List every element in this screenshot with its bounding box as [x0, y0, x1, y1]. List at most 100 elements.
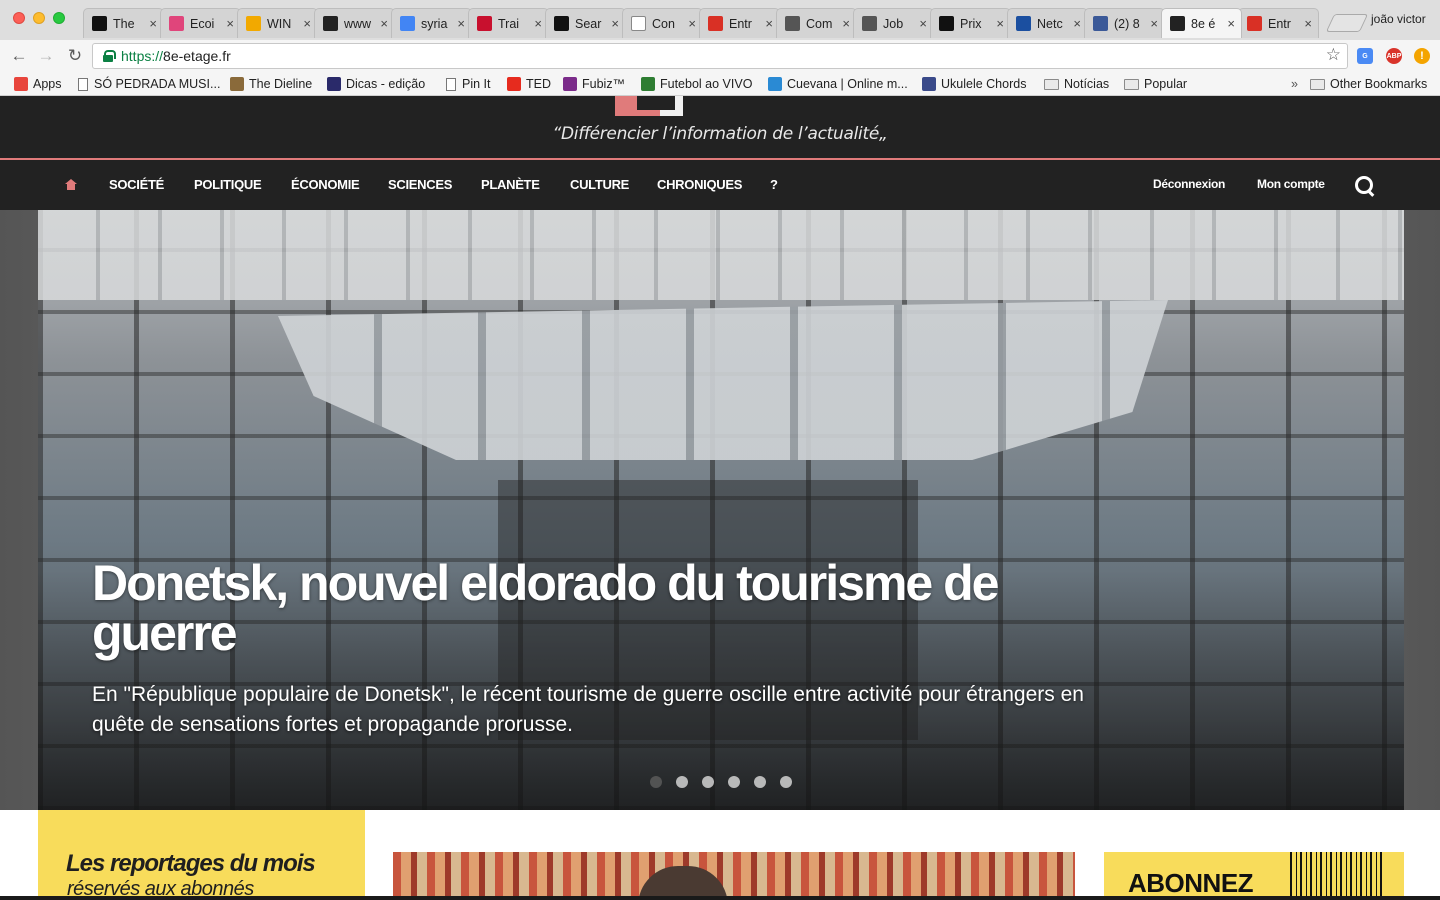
bookmark-label: TED: [526, 77, 551, 91]
slider-dot[interactable]: [650, 776, 662, 788]
nav-economie[interactable]: ÉCONOMIE: [291, 177, 360, 192]
my-account-link[interactable]: Mon compte: [1257, 177, 1325, 191]
nav-question[interactable]: ?: [770, 177, 778, 192]
browser-tab[interactable]: www ×: [314, 8, 395, 38]
browser-tab[interactable]: WIN ×: [237, 8, 318, 38]
slider-dot[interactable]: [728, 776, 740, 788]
nav-politique[interactable]: POLITIQUE: [194, 177, 262, 192]
close-tab-icon[interactable]: ×: [149, 16, 157, 31]
page-icon: [78, 77, 88, 91]
google-icon: [400, 16, 415, 31]
nav-sciences[interactable]: SCIENCES: [388, 177, 452, 192]
home-icon[interactable]: [65, 179, 77, 190]
close-tab-icon[interactable]: ×: [1304, 16, 1312, 31]
nav-societe[interactable]: SOCIÉTÉ: [109, 177, 164, 192]
address-bar[interactable]: https:// 8e-etage.fr ☆: [92, 43, 1348, 69]
close-tab-icon[interactable]: ×: [611, 16, 619, 31]
close-tab-icon[interactable]: ×: [303, 16, 311, 31]
browser-tab[interactable]: Com ×: [776, 8, 857, 38]
search-icon[interactable]: [1355, 176, 1375, 196]
close-tab-icon[interactable]: ×: [457, 16, 465, 31]
barcode-graphic: [1290, 852, 1382, 900]
close-tab-icon[interactable]: ×: [1150, 16, 1158, 31]
tab-title: WIN: [267, 16, 292, 31]
browser-tab[interactable]: Entr ×: [699, 8, 780, 38]
other-bookmarks[interactable]: Other Bookmarks: [1310, 75, 1427, 93]
close-tab-icon[interactable]: ×: [380, 16, 388, 31]
hero-slide[interactable]: Donetsk, nouvel eldorado du tourisme de …: [38, 210, 1404, 810]
giz-icon: [477, 16, 492, 31]
close-tab-icon[interactable]: ×: [688, 16, 696, 31]
close-window-button[interactable]: [13, 12, 25, 24]
close-tab-icon[interactable]: ×: [1073, 16, 1081, 31]
adblock-plus-icon[interactable]: ABP: [1386, 48, 1402, 64]
close-tab-icon[interactable]: ×: [226, 16, 234, 31]
browser-tab[interactable]: Job ×: [853, 8, 934, 38]
bookmark-item[interactable]: Ukulele Chords: [922, 75, 1026, 93]
tab-title: Ecoi: [190, 16, 215, 31]
nav-chroniques[interactable]: CHRONIQUES: [657, 177, 742, 192]
browser-tab[interactable]: 8e é ×: [1161, 8, 1242, 38]
bookmark-item[interactable]: Cuevana | Online m...: [768, 75, 908, 93]
back-button[interactable]: ←: [7, 44, 31, 68]
profile-name[interactable]: joão victor: [1371, 12, 1426, 26]
url-scheme: https://: [121, 48, 164, 64]
slider-dot[interactable]: [676, 776, 688, 788]
reload-button[interactable]: ↻: [63, 44, 87, 68]
bookmark-item[interactable]: Notícias: [1044, 75, 1109, 93]
nav-culture[interactable]: CULTURE: [570, 177, 629, 192]
subscribe-label: ABONNEZ: [1128, 868, 1254, 898]
browser-toolbar: ← → ↻ https:// 8e-etage.fr ☆ G ABP !: [0, 40, 1440, 72]
alert-extension-icon[interactable]: !: [1414, 48, 1430, 64]
tab-strip: The × Ecoi × WIN × www × syria × Trai × Sear × Con × Ent…: [0, 0, 1440, 40]
translate-extension-icon[interactable]: G: [1357, 48, 1373, 64]
dieline-icon: [230, 77, 244, 91]
subscribe-banner[interactable]: ABONNEZ: [1104, 852, 1404, 900]
browser-tab[interactable]: Trai ×: [468, 8, 549, 38]
browser-tab[interactable]: syria ×: [391, 8, 472, 38]
site-logo[interactable]: [615, 96, 683, 116]
forward-button[interactable]: →: [34, 44, 58, 68]
slider-dot[interactable]: [780, 776, 792, 788]
window-bottom-edge: [0, 896, 1440, 900]
new-tab-button[interactable]: [1325, 14, 1369, 32]
nav-planete[interactable]: PLANÈTE: [481, 177, 540, 192]
close-tab-icon[interactable]: ×: [765, 16, 773, 31]
bookmark-item[interactable]: Pin It: [446, 75, 491, 93]
tab-title: Prix: [960, 16, 982, 31]
browser-tab[interactable]: Ecoi ×: [160, 8, 241, 38]
close-tab-icon[interactable]: ×: [842, 16, 850, 31]
browser-tab[interactable]: Con ×: [622, 8, 703, 38]
close-tab-icon[interactable]: ×: [534, 16, 542, 31]
browser-tab[interactable]: Prix ×: [930, 8, 1011, 38]
bookmark-item[interactable]: SÓ PEDRADA MUSI...: [78, 75, 220, 93]
monthly-reports-box[interactable]: Les reportages du mois réservés aux abon…: [38, 810, 365, 900]
bookmark-label: Apps: [33, 77, 62, 91]
maximize-window-button[interactable]: [53, 12, 65, 24]
logout-link[interactable]: Déconnexion: [1153, 177, 1225, 191]
slider-dot[interactable]: [754, 776, 766, 788]
browser-tab[interactable]: Netc ×: [1007, 8, 1088, 38]
browser-tab[interactable]: (2) 8 ×: [1084, 8, 1165, 38]
bookmark-item[interactable]: TED: [507, 75, 551, 93]
close-tab-icon[interactable]: ×: [919, 16, 927, 31]
bookmark-item[interactable]: Popular: [1124, 75, 1187, 93]
bookmark-item[interactable]: The Dieline: [230, 75, 312, 93]
minimize-window-button[interactable]: [33, 12, 45, 24]
hero-title[interactable]: Donetsk, nouvel eldorado du tourisme de …: [92, 558, 1092, 658]
browser-tab[interactable]: Entr ×: [1238, 8, 1319, 38]
bookmark-item[interactable]: Dicas - edição: [327, 75, 425, 93]
close-tab-icon[interactable]: ×: [1227, 16, 1235, 31]
close-tab-icon[interactable]: ×: [996, 16, 1004, 31]
tab-title: (2) 8: [1114, 16, 1140, 31]
bookmark-item[interactable]: Fubiz™: [563, 75, 625, 93]
bookmark-item[interactable]: Apps: [14, 75, 62, 93]
bookmark-item[interactable]: Futebol ao VIVO: [641, 75, 752, 93]
browser-tab[interactable]: The ×: [83, 8, 164, 38]
bookmark-star-icon[interactable]: ☆: [1326, 45, 1341, 65]
bookmarks-overflow-button[interactable]: »: [1291, 75, 1298, 93]
slider-dot[interactable]: [702, 776, 714, 788]
article-thumbnail[interactable]: [393, 852, 1075, 900]
browser-tab[interactable]: Sear ×: [545, 8, 626, 38]
tab-title: Sear: [575, 16, 602, 31]
